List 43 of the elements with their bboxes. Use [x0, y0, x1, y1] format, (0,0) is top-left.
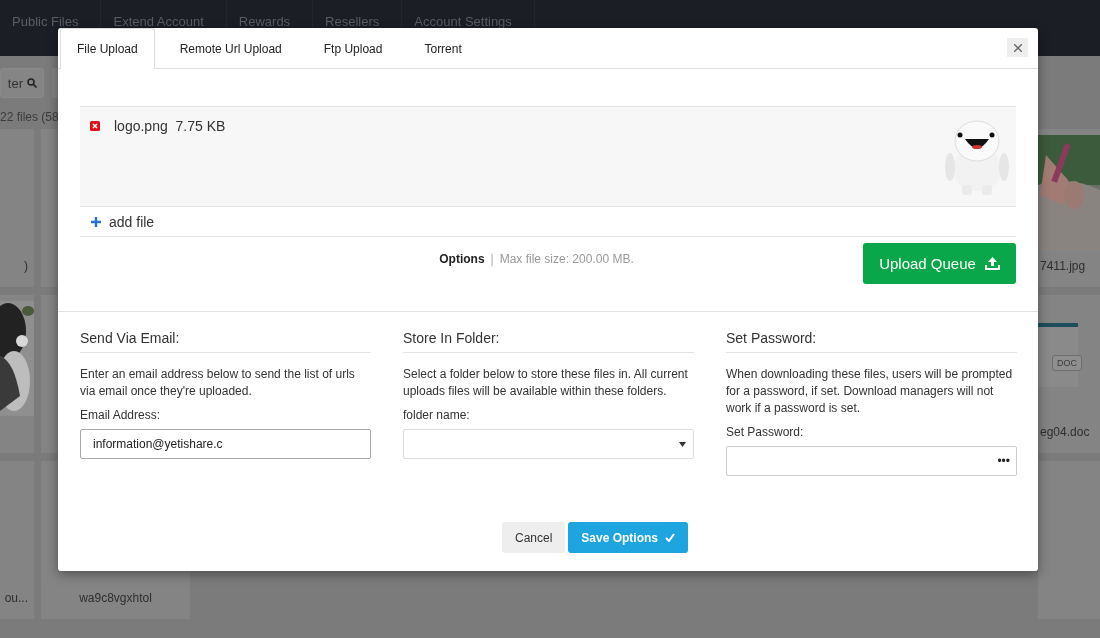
file-name: ou... [4, 591, 29, 607]
field-label: Email Address: [80, 408, 162, 422]
upload-icon [984, 256, 1000, 270]
section-heading: Set Password: [726, 327, 1017, 353]
options-link[interactable]: Options [439, 252, 485, 266]
file-count: 22 files (58 [0, 109, 60, 124]
field-label: folder name: [403, 408, 471, 422]
max-file-size: Max file size: 200.00 MB. [499, 252, 634, 266]
section-heading: Store In Folder: [403, 327, 694, 353]
search-icon [27, 78, 37, 88]
add-file-link[interactable]: add file [109, 213, 155, 230]
section-heading: Send Via Email: [80, 327, 371, 353]
close-button[interactable] [1007, 38, 1028, 57]
file-tile[interactable]: ) [0, 129, 34, 287]
caret-icon [679, 441, 686, 447]
plus-icon[interactable] [91, 216, 101, 227]
remove-icon[interactable] [90, 121, 100, 131]
field-label: Set Password: [726, 425, 805, 439]
file-tile[interactable]: ou... [0, 461, 34, 619]
file-tile[interactable] [0, 295, 34, 453]
close-icon [1013, 43, 1022, 52]
separator: | [490, 252, 494, 266]
file-name: ) [24, 259, 29, 275]
file-type-label: DOC [1052, 355, 1082, 371]
file-tile[interactable]: 7411.jpg [1038, 129, 1100, 287]
email-field[interactable]: information@yetishare.c [80, 429, 371, 459]
file-entry: logo.png 7.75 KB [114, 118, 226, 134]
check-icon [665, 533, 675, 542]
file-tile[interactable]: DOC eg04.doc [1038, 295, 1100, 453]
section-description: Select a folder below to store these files in. All current uploads files will be available within these folders. [403, 366, 689, 400]
tab[interactable]: Torrent [407, 28, 479, 68]
section-description: Enter an email address below to send the list of urls via email once they're uploaded. [80, 366, 356, 400]
file-name: 7411.jpg [1039, 259, 1086, 275]
tab[interactable]: Remote Url Upload [162, 28, 299, 68]
file-name: wa9c8vgxhtol [79, 591, 152, 607]
file-name: eg04.doc [1039, 425, 1090, 441]
filter-button[interactable]: ter [0, 68, 44, 98]
cancel-button[interactable]: Cancel [501, 522, 566, 553]
tab[interactable]: File Upload [60, 28, 155, 69]
password-field[interactable]: ••• [726, 446, 1017, 476]
section-description: When downloading these files, users will be prompted for a password, if set. Download managers will not work if a password is set. [726, 366, 1014, 417]
tab[interactable]: Ftp Upload [306, 28, 400, 68]
file-tile[interactable] [1038, 461, 1100, 619]
